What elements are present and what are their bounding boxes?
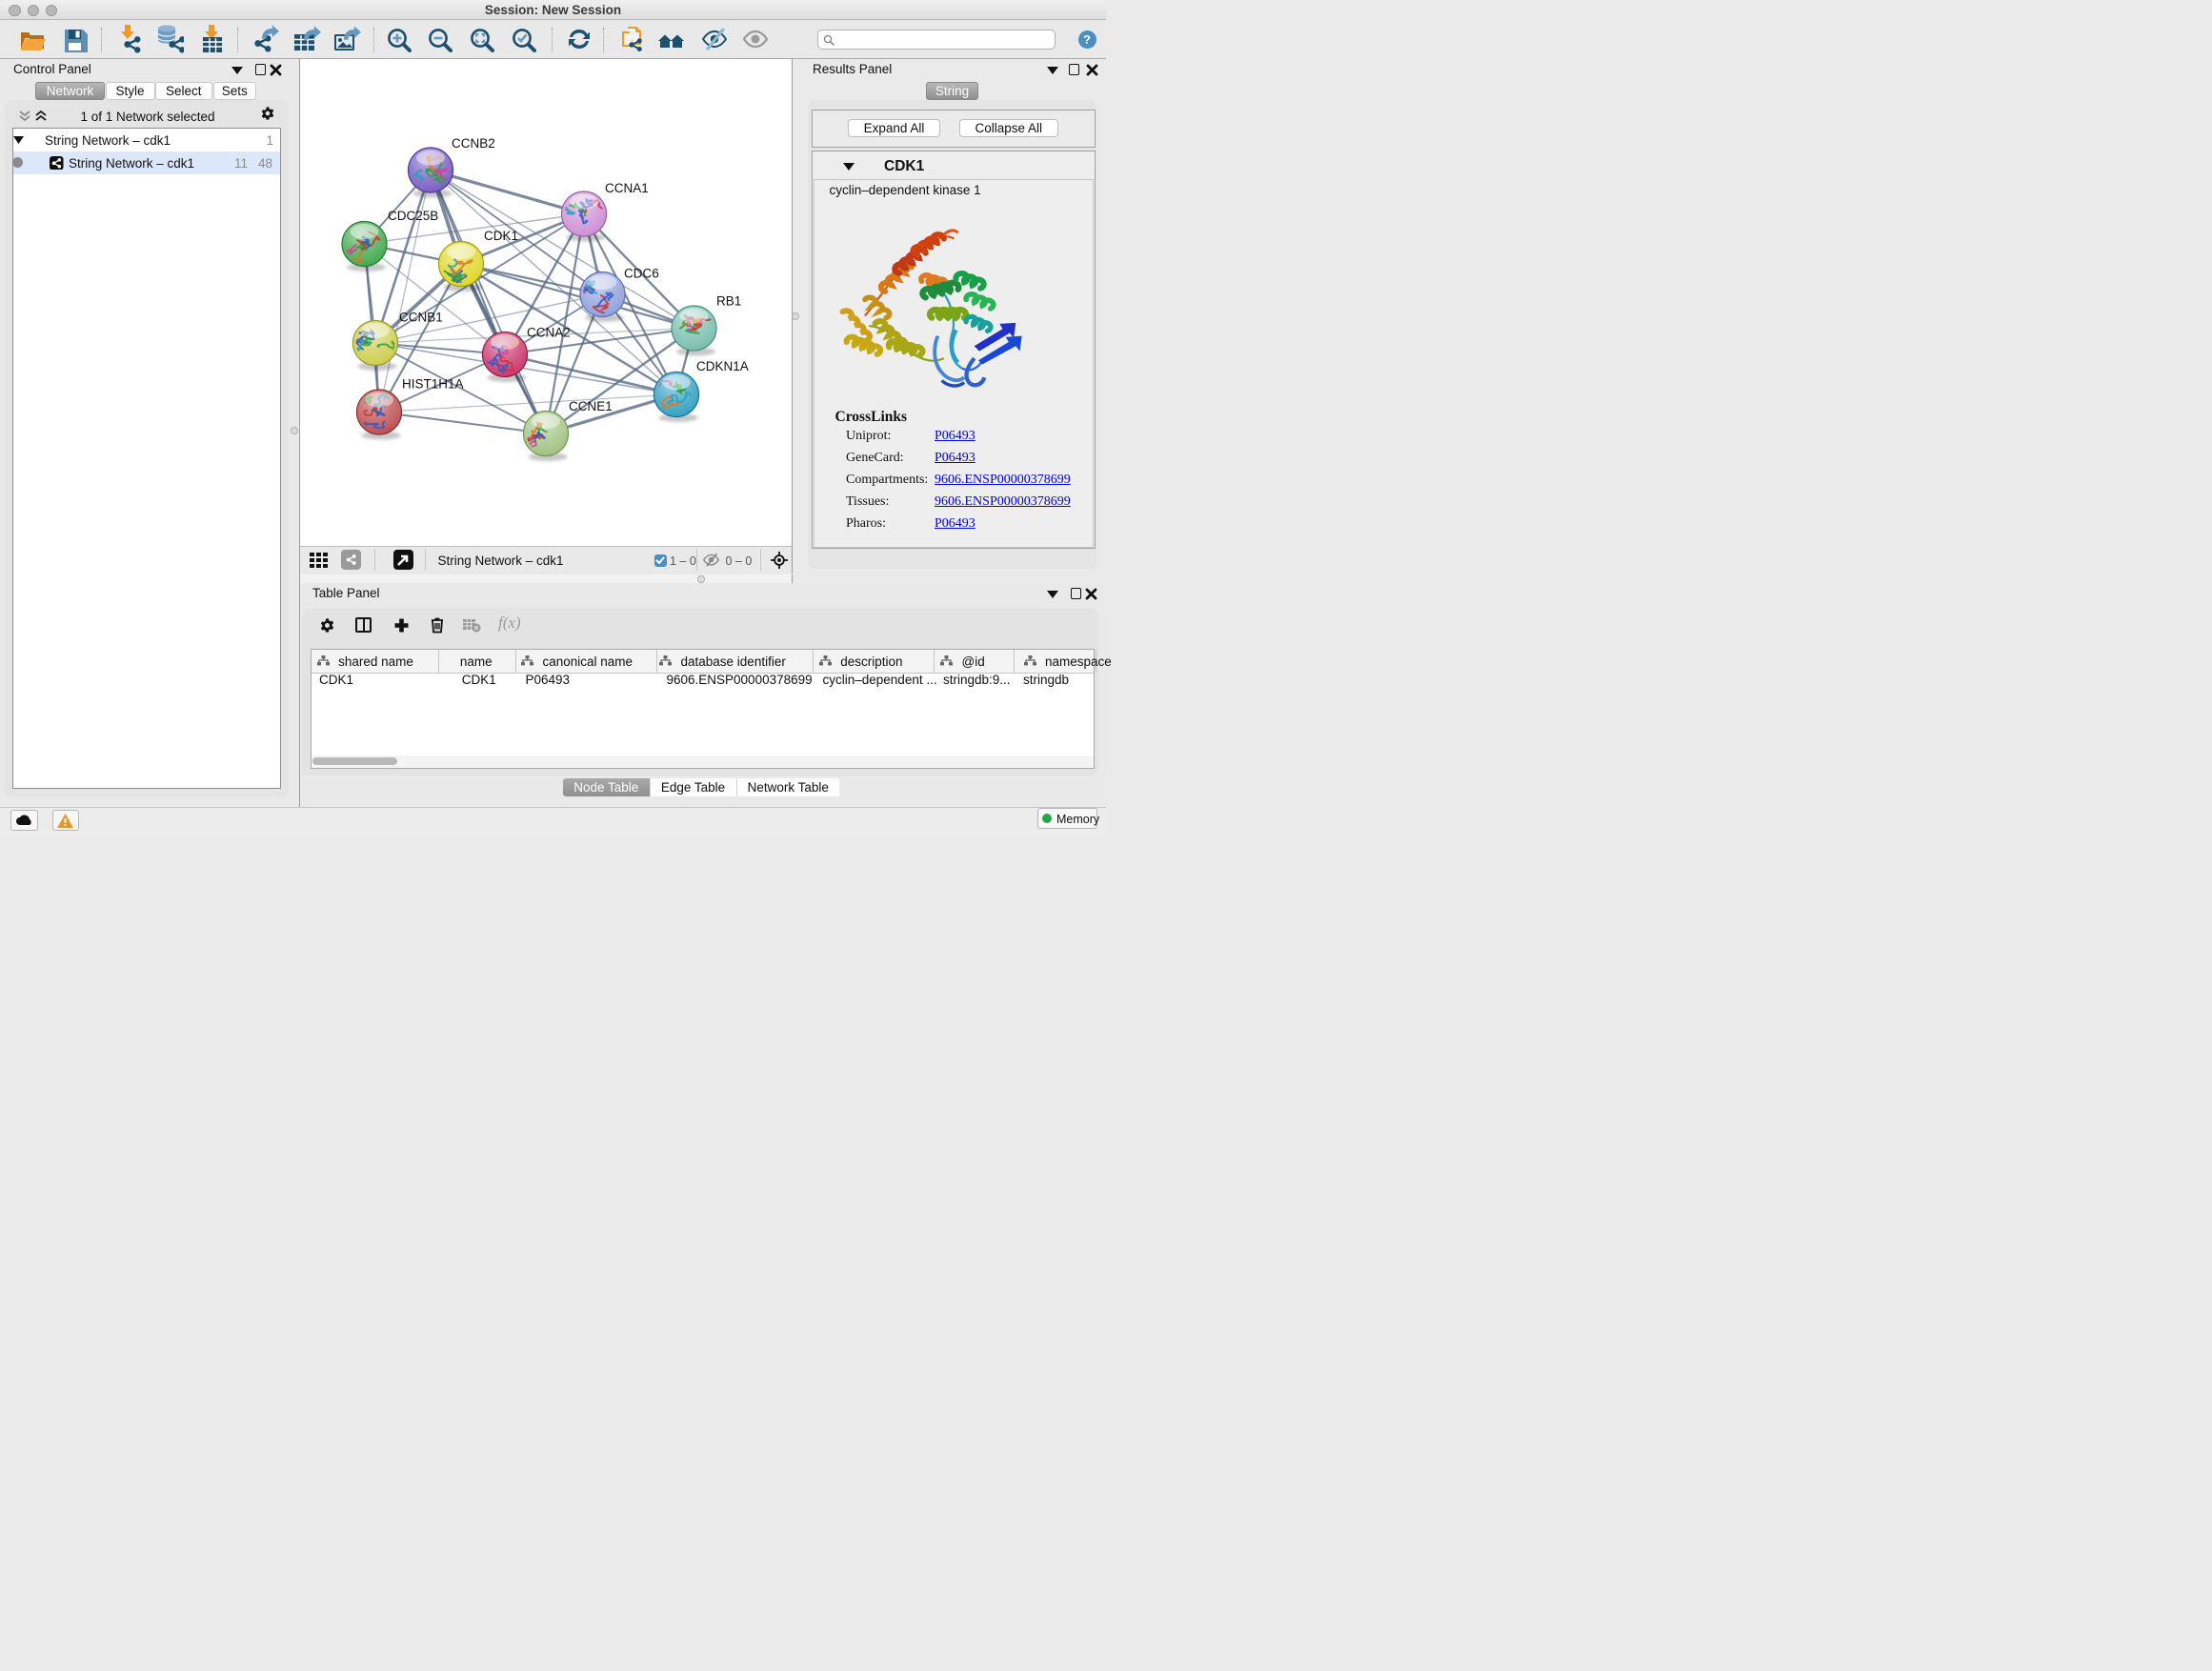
svg-text:HIST1H1A: HIST1H1A [402,377,464,392]
svg-text:CCNB1: CCNB1 [399,311,443,325]
svg-text:CCNB2: CCNB2 [452,136,495,151]
svg-text:CDKN1A: CDKN1A [696,359,749,373]
svg-text:CDK1: CDK1 [484,229,518,243]
svg-text:CCNA1: CCNA1 [605,181,649,195]
svg-text:RB1: RB1 [716,294,741,309]
svg-text:CDC6: CDC6 [624,267,659,281]
svg-text:CCNE1: CCNE1 [569,399,613,413]
svg-text:CDC25B: CDC25B [388,209,438,223]
svg-text:CCNA2: CCNA2 [527,326,571,340]
